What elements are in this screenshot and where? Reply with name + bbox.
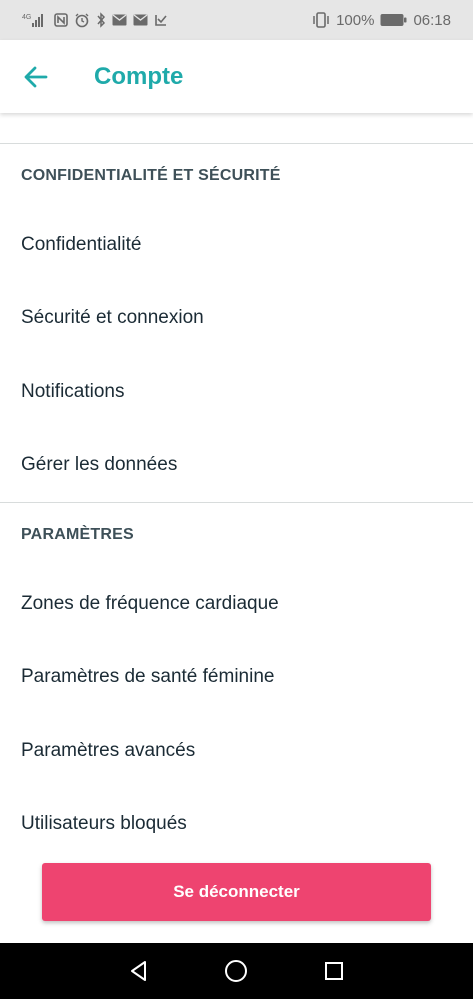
nav-home-button[interactable] — [216, 951, 256, 991]
back-button[interactable] — [16, 57, 56, 97]
menu-item-heart-rate-zones[interactable]: Zones de fréquence cardiaque — [0, 567, 473, 641]
logout-button[interactable]: Se déconnecter — [42, 863, 431, 921]
app-bar: Compte — [0, 40, 473, 113]
nav-recents-button[interactable] — [314, 951, 354, 991]
status-bar-left: 4G — [22, 12, 168, 28]
page-title: Compte — [94, 62, 184, 90]
back-triangle-icon — [128, 960, 150, 982]
battery-icon — [380, 13, 407, 27]
menu-item-advanced-settings[interactable]: Paramètres avancés — [0, 714, 473, 788]
svg-text:4G: 4G — [22, 14, 31, 21]
menu-item-notifications[interactable]: Notifications — [0, 355, 473, 429]
recents-square-icon — [324, 961, 344, 981]
menu-item-security-login[interactable]: Sécurité et connexion — [0, 282, 473, 356]
bluetooth-icon — [96, 12, 106, 28]
status-bar: 4G 100% 06:18 — [0, 0, 473, 40]
screen: 4G 100% 06:18 Compte CONFIDENTIALITÉ ET … — [0, 0, 473, 999]
home-circle-icon — [224, 959, 248, 983]
nav-back-button[interactable] — [119, 951, 159, 991]
back-arrow-icon — [24, 66, 48, 88]
status-bar-right: 100% 06:18 — [312, 12, 451, 29]
logout-container: Se déconnecter — [42, 863, 431, 921]
menu-item-female-health[interactable]: Paramètres de santé féminine — [0, 641, 473, 715]
alarm-icon — [74, 12, 90, 28]
mail-icon — [154, 13, 168, 27]
menu-item-manage-data[interactable]: Gérer les données — [0, 429, 473, 503]
section-header-settings: PARAMÈTRES — [21, 526, 134, 543]
list-top-spacer — [0, 113, 473, 143]
mail-icon — [112, 14, 127, 26]
clock: 06:18 — [413, 11, 451, 29]
battery-percent: 100% — [336, 11, 375, 29]
signal-icon: 4G — [22, 12, 48, 28]
settings-list[interactable]: CONFIDENTIALITÉ ET SÉCURITÉ Confidential… — [0, 113, 473, 943]
mail-icon — [133, 14, 148, 26]
nfc-icon — [54, 13, 68, 27]
section-header-privacy: CONFIDENTIALITÉ ET SÉCURITÉ — [21, 167, 281, 184]
menu-item-blocked-users[interactable]: Utilisateurs bloqués — [0, 788, 473, 862]
navigation-bar — [0, 943, 473, 999]
menu-item-privacy[interactable]: Confidentialité — [0, 208, 473, 282]
vibrate-icon — [312, 12, 330, 28]
